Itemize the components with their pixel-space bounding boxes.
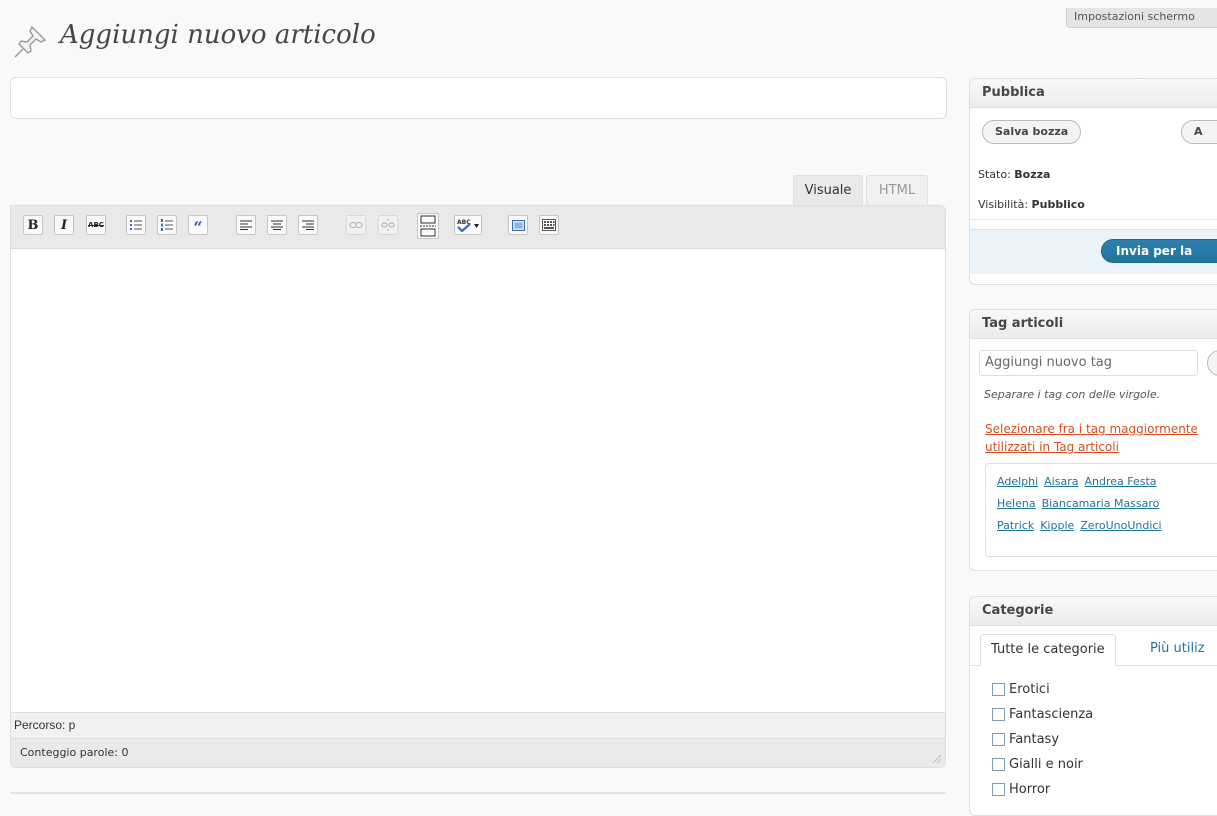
strikethrough-icon: ABC xyxy=(88,221,104,229)
word-count: Conteggio parole: 0 xyxy=(11,738,945,767)
visibility-label: Visibilità: xyxy=(978,198,1029,211)
blockquote-icon: “ xyxy=(193,218,203,237)
fullscreen-icon xyxy=(511,219,525,231)
bold-button[interactable]: B xyxy=(23,215,43,235)
category-item[interactable]: Fantascienza xyxy=(992,707,1093,722)
strikethrough-button[interactable]: ABC xyxy=(86,215,106,235)
align-right-icon xyxy=(302,220,314,230)
category-label: Fantasy xyxy=(1009,732,1060,747)
unlink-button[interactable] xyxy=(378,215,398,235)
publish-heading: Pubblica xyxy=(970,79,1217,108)
post-title-input[interactable] xyxy=(10,77,947,119)
insert-more-button[interactable] xyxy=(417,213,439,239)
category-checkbox[interactable] xyxy=(992,708,1005,721)
tab-html[interactable]: HTML xyxy=(866,175,928,205)
numbered-list-icon xyxy=(161,219,173,231)
category-item[interactable]: Gialli e noir xyxy=(992,757,1083,772)
italic-icon: I xyxy=(60,217,68,233)
category-label: Fantascienza xyxy=(1009,707,1094,722)
tag-link[interactable]: Andrea Festa xyxy=(1084,471,1156,493)
publish-box: Pubblica Salva bozza A Stato: Bozza Visi… xyxy=(969,78,1217,285)
tag-link[interactable]: Adelphi xyxy=(997,471,1038,493)
tab-all-categories[interactable]: Tutte le categorie xyxy=(980,634,1116,666)
kitchen-sink-icon xyxy=(542,219,556,231)
next-box-edge xyxy=(10,792,946,794)
category-checkbox[interactable] xyxy=(992,758,1005,771)
popular-tags-link[interactable]: Selezionare fra i tag maggiormente utili… xyxy=(985,420,1217,456)
category-label: Erotici xyxy=(1009,682,1050,697)
categories-heading: Categorie xyxy=(970,597,1217,626)
tag-link[interactable]: Aisara xyxy=(1044,471,1078,493)
category-label: Gialli e noir xyxy=(1009,757,1083,772)
editor-content-area[interactable] xyxy=(11,248,945,712)
tag-link[interactable]: Patrick xyxy=(997,515,1034,537)
bold-icon: B xyxy=(27,217,39,233)
bullet-list-icon xyxy=(130,220,142,230)
kitchen-sink-button[interactable] xyxy=(539,215,559,235)
link-icon xyxy=(349,222,363,228)
post-status: Stato: Bozza xyxy=(978,168,1050,181)
align-center-icon xyxy=(271,220,283,230)
tag-cloud: Adelphi Aisara Andrea Festa Helena Biancama… xyxy=(985,463,1217,557)
tab-visual[interactable]: Visuale xyxy=(793,175,863,205)
add-tag-button[interactable] xyxy=(1207,350,1217,376)
visibility-value: Pubblico xyxy=(1031,198,1085,211)
new-tag-input[interactable]: Aggiungi nuovo tag xyxy=(979,350,1198,376)
align-center-button[interactable] xyxy=(267,215,287,235)
tag-link[interactable]: Biancamaria Massaro xyxy=(1042,493,1160,515)
editor-toolbar: B I ABC “ ABC xyxy=(11,206,945,249)
editor-path-bar: Percorso: p xyxy=(11,712,945,738)
fullscreen-button[interactable] xyxy=(508,215,528,235)
pushpin-icon xyxy=(14,25,47,58)
align-left-icon xyxy=(240,220,252,230)
post-editor: B I ABC “ ABC Percorso: p Conteggio paro… xyxy=(10,205,946,768)
category-checkbox[interactable] xyxy=(992,783,1005,796)
more-tag-icon xyxy=(420,215,436,237)
publish-divider xyxy=(970,219,1217,220)
category-checkbox[interactable] xyxy=(992,683,1005,696)
preview-button[interactable]: A xyxy=(1181,120,1217,144)
publish-actions: Invia per la xyxy=(970,229,1217,274)
unlink-icon xyxy=(381,219,395,231)
spellcheck-icon: ABC xyxy=(457,219,479,232)
spellcheck-button[interactable]: ABC xyxy=(454,215,482,235)
align-left-button[interactable] xyxy=(236,215,256,235)
category-checkbox[interactable] xyxy=(992,733,1005,746)
status-label: Stato: xyxy=(978,168,1011,181)
submit-for-review-button[interactable]: Invia per la xyxy=(1101,239,1217,263)
resize-handle-icon[interactable] xyxy=(930,752,942,764)
italic-button[interactable]: I xyxy=(54,215,74,235)
status-value: Bozza xyxy=(1014,168,1051,181)
tag-link[interactable]: ZeroUnoUndici xyxy=(1080,515,1161,537)
tab-most-used-categories[interactable]: Più utiliz xyxy=(1140,634,1215,666)
category-item[interactable]: Erotici xyxy=(992,682,1050,697)
categories-box: Categorie Tutte le categorie Più utiliz … xyxy=(969,596,1217,816)
blockquote-button[interactable]: “ xyxy=(188,215,208,237)
tag-link[interactable]: Helena xyxy=(997,493,1036,515)
save-draft-button[interactable]: Salva bozza xyxy=(982,120,1082,144)
align-right-button[interactable] xyxy=(298,215,318,235)
screen-options-tab[interactable]: Impostazioni schermo xyxy=(1066,8,1217,28)
category-item[interactable]: Fantasy xyxy=(992,732,1059,747)
page-title: Aggiungi nuovo articolo xyxy=(60,20,376,50)
tags-heading: Tag articoli xyxy=(970,310,1217,339)
bullet-list-button[interactable] xyxy=(126,215,146,235)
numbered-list-button[interactable] xyxy=(157,215,177,235)
tag-hint: Separare i tag con delle virgole. xyxy=(984,388,1161,401)
tag-link[interactable]: Kipple xyxy=(1040,515,1074,537)
post-visibility: Visibilità: Pubblico xyxy=(978,198,1085,211)
link-button[interactable] xyxy=(346,215,366,235)
tags-box: Tag articoli Aggiungi nuovo tag Separare… xyxy=(969,309,1217,571)
